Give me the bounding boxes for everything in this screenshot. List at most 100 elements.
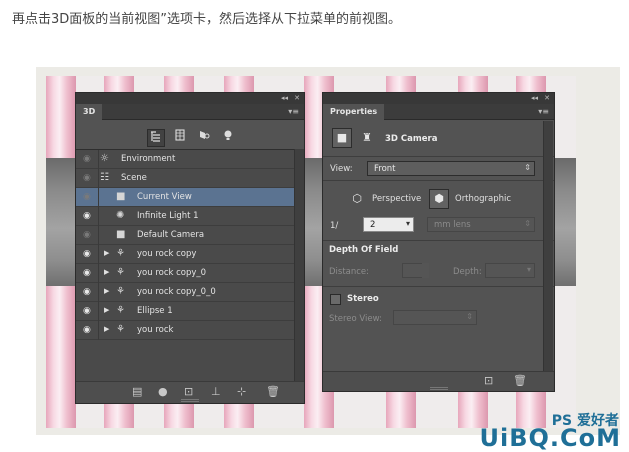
camera-icon: ■	[116, 229, 126, 240]
view-section: View: Front ⇕	[323, 157, 554, 181]
scene-tree: ◉ ☼ Environment ◉ ☷ Scene ◉ ■ Current Vi…	[76, 149, 294, 383]
tutorial-caption: 再点击3D面板的当前视图”选项卡，然后选择从下拉菜单的前视图。	[12, 12, 402, 27]
tree-row-current-view[interactable]: ◉ ■ Current View	[76, 188, 294, 207]
tree-row-mesh[interactable]: ◉ ▶ ⚘ you rock copy_0	[76, 264, 294, 283]
lens-dropdown[interactable]: mm lens ⇕	[427, 217, 535, 232]
zoom-prefix: 1/	[330, 221, 339, 231]
tab-properties[interactable]: Properties	[323, 104, 385, 120]
visibility-eye-icon[interactable]: ◉	[83, 249, 91, 259]
visibility-eye-icon[interactable]: ◉	[83, 268, 91, 278]
distance-input[interactable]	[402, 263, 424, 278]
light-filter-icon[interactable]	[219, 129, 237, 147]
tree-row-mesh[interactable]: ◉ ▶ ⚘ you rock copy	[76, 245, 294, 264]
expand-triangle-icon[interactable]: ▶	[104, 306, 109, 314]
material-filter-icon[interactable]	[195, 129, 213, 147]
expand-triangle-icon[interactable]: ▶	[104, 249, 109, 257]
camera-view-icon[interactable]: ■	[332, 128, 352, 148]
add-mesh-icon[interactable]: ⊡	[184, 385, 193, 398]
properties-scrollbar[interactable]	[543, 121, 553, 373]
camera-header: ■ ♜ 3D Camera	[323, 121, 554, 157]
updown-arrow-icon: ⇕	[524, 219, 531, 228]
chevron-down-icon: ▾	[405, 219, 410, 228]
orthographic-icon[interactable]: ⬢	[429, 189, 449, 209]
stereo-view-dropdown[interactable]: ⇕	[393, 310, 477, 325]
visibility-eye-icon[interactable]: ◉	[83, 173, 91, 183]
tab-3d[interactable]: 3D	[76, 104, 103, 120]
visibility-eye-icon[interactable]: ◉	[83, 325, 91, 335]
expand-triangle-icon[interactable]: ▶	[104, 325, 109, 333]
projection-section: ⬡ Perspective ⬢ Orthographic 1/ 2 ▾ mm l…	[323, 181, 554, 241]
trash-icon[interactable]: 🗑	[513, 374, 527, 387]
view-dropdown[interactable]: Front ⇕	[367, 161, 535, 176]
perspective-label[interactable]: Perspective	[372, 194, 421, 204]
tree-row-label: Ellipse 1	[137, 306, 173, 316]
collapse-icon[interactable]: ◂◂	[531, 94, 538, 102]
scene-tree-scrollbar[interactable]	[294, 149, 304, 383]
environment-icon: ☼	[100, 153, 109, 164]
view-dropdown-value: Front	[374, 164, 396, 174]
camera-view-icon[interactable]: ⊡	[484, 374, 493, 387]
visibility-eye-icon[interactable]: ◉	[83, 211, 91, 221]
panel-properties-bottom-bar: ⊡ 🗑	[323, 371, 554, 391]
depth-of-field-section: Depth Of Field Distance: Depth: ▾	[323, 241, 554, 287]
tree-row-label: you rock copy_0_0	[137, 287, 216, 297]
panel-3d-tabbar: 3D ▾≡	[76, 104, 304, 120]
tree-row-default-camera[interactable]: ◉ ■ Default Camera	[76, 226, 294, 245]
visibility-eye-icon[interactable]: ◉	[83, 154, 91, 164]
panel-3d-bottom-bar: ▤ ● ⊡ ⊥ ⊹ 🗑	[76, 381, 304, 403]
orthographic-label[interactable]: Orthographic	[455, 194, 511, 204]
expand-triangle-icon[interactable]: ▶	[104, 287, 109, 295]
watermark-line2: UiBQ.CoM	[479, 424, 621, 452]
tree-row-label: Infinite Light 1	[137, 211, 199, 221]
visibility-eye-icon[interactable]: ◉	[83, 287, 91, 297]
render-settings-icon[interactable]: ▤	[132, 385, 142, 398]
perspective-icon[interactable]: ⬡	[347, 189, 367, 209]
collapse-icon[interactable]: ◂◂	[281, 94, 288, 102]
panel-properties: ◂◂ ✕ Properties ▾≡ ■ ♜ 3D Camera View: F…	[322, 92, 555, 392]
panel-3d-topstrip: ◂◂ ✕	[76, 93, 304, 104]
depth-input[interactable]: ▾	[485, 263, 535, 278]
mesh-filter-icon[interactable]	[171, 129, 189, 147]
visibility-eye-icon[interactable]: ◉	[83, 230, 91, 240]
tree-row-label: Environment	[121, 154, 176, 164]
close-icon[interactable]: ✕	[294, 94, 300, 102]
light-direction-icon[interactable]: ⊹	[237, 385, 246, 398]
depth-label: Depth:	[453, 267, 482, 277]
trash-icon[interactable]: 🗑	[266, 385, 280, 398]
camera-rig-icon: ♜	[362, 131, 372, 144]
panel-resize-grip[interactable]	[429, 387, 448, 390]
stereo-checkbox[interactable]	[330, 294, 341, 305]
light-icon: ✺	[116, 210, 125, 221]
visibility-eye-icon[interactable]: ◉	[83, 192, 91, 202]
distance-label: Distance:	[329, 267, 370, 277]
add-light-icon[interactable]: ●	[158, 385, 168, 398]
panel-properties-topstrip: ◂◂ ✕	[323, 93, 554, 104]
visibility-eye-icon[interactable]: ◉	[83, 306, 91, 316]
properties-title: 3D Camera	[385, 134, 438, 144]
close-icon[interactable]: ✕	[544, 94, 550, 102]
tree-row-label: Scene	[121, 173, 147, 183]
ground-icon[interactable]: ⊥	[211, 385, 221, 398]
updown-arrow-icon: ⇕	[466, 312, 473, 321]
stereo-label: Stereo	[347, 294, 379, 304]
tree-row-mesh[interactable]: ◉ ▶ ⚘ you rock copy_0_0	[76, 283, 294, 302]
panel-menu-icon[interactable]: ▾≡	[538, 107, 549, 116]
scene-filter-icon[interactable]	[147, 129, 165, 147]
tree-row-scene[interactable]: ◉ ☷ Scene	[76, 169, 294, 188]
updown-arrow-icon: ⇕	[524, 163, 531, 172]
mesh-icon: ⚘	[116, 248, 125, 259]
camera-icon: ■	[116, 191, 126, 202]
zoom-dropdown[interactable]: 2 ▾	[363, 217, 414, 232]
tree-row-label: you rock copy	[137, 249, 197, 259]
stereo-section: Stereo Stereo View: ⇕	[323, 287, 554, 337]
tree-row-mesh[interactable]: ◉ ▶ ⚘ you rock	[76, 321, 294, 340]
panel-menu-icon[interactable]: ▾≡	[288, 107, 299, 116]
panel-properties-tabbar: Properties ▾≡	[323, 104, 554, 120]
tree-row-label: Default Camera	[137, 230, 205, 240]
tree-row-environment[interactable]: ◉ ☼ Environment	[76, 150, 294, 169]
zoom-dropdown-value: 2	[370, 220, 376, 230]
expand-triangle-icon[interactable]: ▶	[104, 268, 109, 276]
panel-resize-grip[interactable]	[181, 399, 199, 402]
tree-row-infinite-light[interactable]: ◉ ✺ Infinite Light 1	[76, 207, 294, 226]
tree-row-mesh[interactable]: ◉ ▶ ⚘ Ellipse 1	[76, 302, 294, 321]
